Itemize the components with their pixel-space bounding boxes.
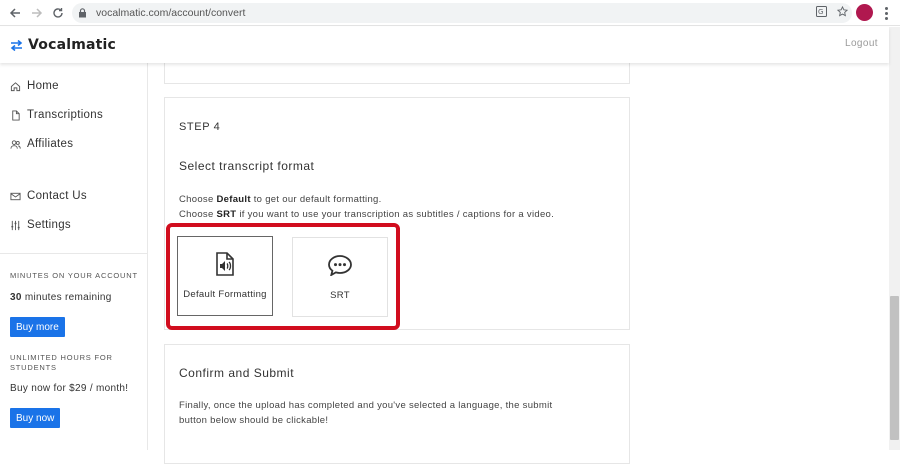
sidebar-item-label: Affiliates	[27, 138, 74, 150]
star-icon[interactable]	[836, 5, 849, 20]
confirm-title: Confirm and Submit	[179, 366, 295, 380]
file-icon	[12, 109, 20, 121]
lock-icon	[78, 8, 88, 18]
sidebar-item-label: Home	[27, 80, 59, 92]
sidebar-item-contact-us[interactable]: Contact Us	[10, 190, 87, 202]
buy-more-button[interactable]: Buy more	[10, 317, 65, 337]
translate-icon[interactable]: G	[816, 6, 827, 20]
step-label: STEP 4	[179, 121, 221, 133]
sidebar: Home Transcriptions Affiliates Contact U…	[0, 63, 148, 450]
students-caption: UNLIMITED HOURS FOR STUDENTS	[10, 353, 113, 372]
reload-icon[interactable]	[47, 2, 69, 24]
srt-keyword: SRT	[216, 209, 237, 220]
sidebar-item-label: Settings	[27, 219, 71, 231]
sidebar-divider	[0, 253, 147, 254]
forward-icon[interactable]	[26, 2, 48, 24]
confirm-description: Finally, once the upload has completed a…	[179, 400, 553, 426]
minutes-remaining: 30 minutes remaining	[10, 292, 112, 303]
sidebar-item-transcriptions[interactable]: Transcriptions	[10, 109, 103, 121]
sidebar-item-label: Contact Us	[27, 190, 87, 202]
brand-name: Vocalmatic	[28, 37, 117, 53]
scrollbar-thumb[interactable]	[890, 296, 899, 440]
home-icon	[10, 81, 21, 91]
browser-menu-icon[interactable]	[880, 4, 892, 22]
profile-avatar[interactable]	[856, 4, 873, 21]
students-offer: Buy now for $29 / month!	[10, 383, 129, 394]
highlight-annotation	[166, 223, 400, 330]
sidebar-item-affiliates[interactable]: Affiliates	[10, 138, 73, 150]
minutes-caption: MINUTES ON YOUR ACCOUNT	[10, 271, 138, 280]
step-description: Choose Default to get our default format…	[179, 194, 555, 220]
swap-arrows-icon	[10, 39, 23, 51]
buy-now-button[interactable]: Buy now	[10, 408, 61, 428]
url-text: vocalmatic.com/account/convert	[96, 7, 246, 19]
sidebar-item-home[interactable]: Home	[10, 80, 59, 92]
sidebar-item-label: Transcriptions	[27, 109, 103, 121]
sidebar-item-settings[interactable]: Settings	[10, 219, 71, 231]
address-bar[interactable]: vocalmatic.com/account/convert G	[72, 3, 852, 23]
users-icon	[10, 139, 21, 149]
app-header: Vocalmatic Logout	[0, 27, 889, 63]
minutes-count: 30	[10, 292, 22, 303]
confirm-card: Confirm and Submit Finally, once the upl…	[164, 344, 630, 464]
step-title: Select transcript format	[179, 159, 315, 173]
back-icon[interactable]	[4, 2, 26, 24]
sliders-icon	[11, 220, 20, 230]
brand[interactable]: Vocalmatic	[10, 37, 116, 53]
mail-icon	[10, 192, 21, 200]
default-keyword: Default	[216, 194, 251, 205]
browser-toolbar: vocalmatic.com/account/convert G	[0, 0, 900, 26]
minutes-suffix: minutes remaining	[21, 292, 112, 303]
logout-link[interactable]: Logout	[845, 38, 878, 49]
svg-text:G: G	[818, 8, 823, 16]
